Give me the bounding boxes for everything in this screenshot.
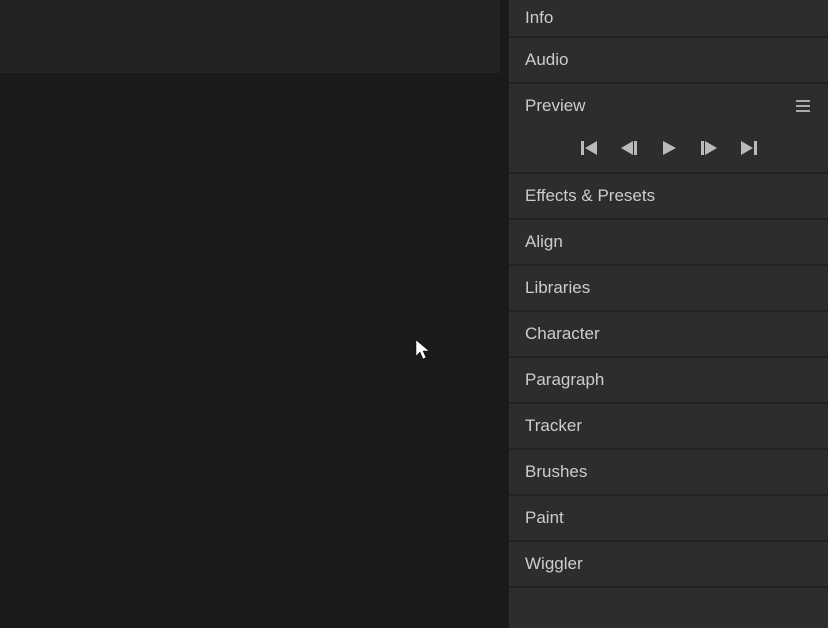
panel-audio-label: Audio (525, 50, 568, 70)
panel-paragraph-label: Paragraph (525, 370, 604, 390)
play-button[interactable] (659, 138, 679, 158)
panel-effects-presets-label: Effects & Presets (525, 186, 655, 206)
next-frame-button[interactable] (699, 138, 719, 158)
panel-wiggler-label: Wiggler (525, 554, 583, 574)
panel-libraries[interactable]: Libraries (509, 266, 828, 310)
panel-align-label: Align (525, 232, 563, 252)
panel-preview: Preview (509, 84, 828, 172)
preview-playback-controls (509, 128, 828, 172)
main-viewport (0, 0, 500, 615)
panel-empty-area (509, 588, 828, 628)
panel-wiggler[interactable]: Wiggler (509, 542, 828, 586)
previous-frame-button[interactable] (619, 138, 639, 158)
panel-paragraph[interactable]: Paragraph (509, 358, 828, 402)
main-top-panel (0, 0, 500, 73)
panel-brushes-label: Brushes (525, 462, 587, 482)
panel-libraries-label: Libraries (525, 278, 590, 298)
panel-character[interactable]: Character (509, 312, 828, 356)
panel-paint-label: Paint (525, 508, 564, 528)
panel-preview-header[interactable]: Preview (509, 84, 828, 128)
panel-paint[interactable]: Paint (509, 496, 828, 540)
first-frame-button[interactable] (579, 138, 599, 158)
panel-character-label: Character (525, 324, 600, 344)
panel-info-label: Info (525, 8, 553, 28)
last-frame-button[interactable] (739, 138, 759, 158)
panel-preview-label: Preview (525, 96, 585, 116)
hamburger-menu-icon[interactable] (796, 100, 810, 112)
panel-info[interactable]: Info (509, 0, 828, 36)
right-panel-stack: Info Audio Preview (509, 0, 828, 615)
panel-brushes[interactable]: Brushes (509, 450, 828, 494)
panel-tracker[interactable]: Tracker (509, 404, 828, 448)
panel-tracker-label: Tracker (525, 416, 582, 436)
panel-effects-presets[interactable]: Effects & Presets (509, 174, 828, 218)
panel-audio[interactable]: Audio (509, 38, 828, 82)
panel-align[interactable]: Align (509, 220, 828, 264)
